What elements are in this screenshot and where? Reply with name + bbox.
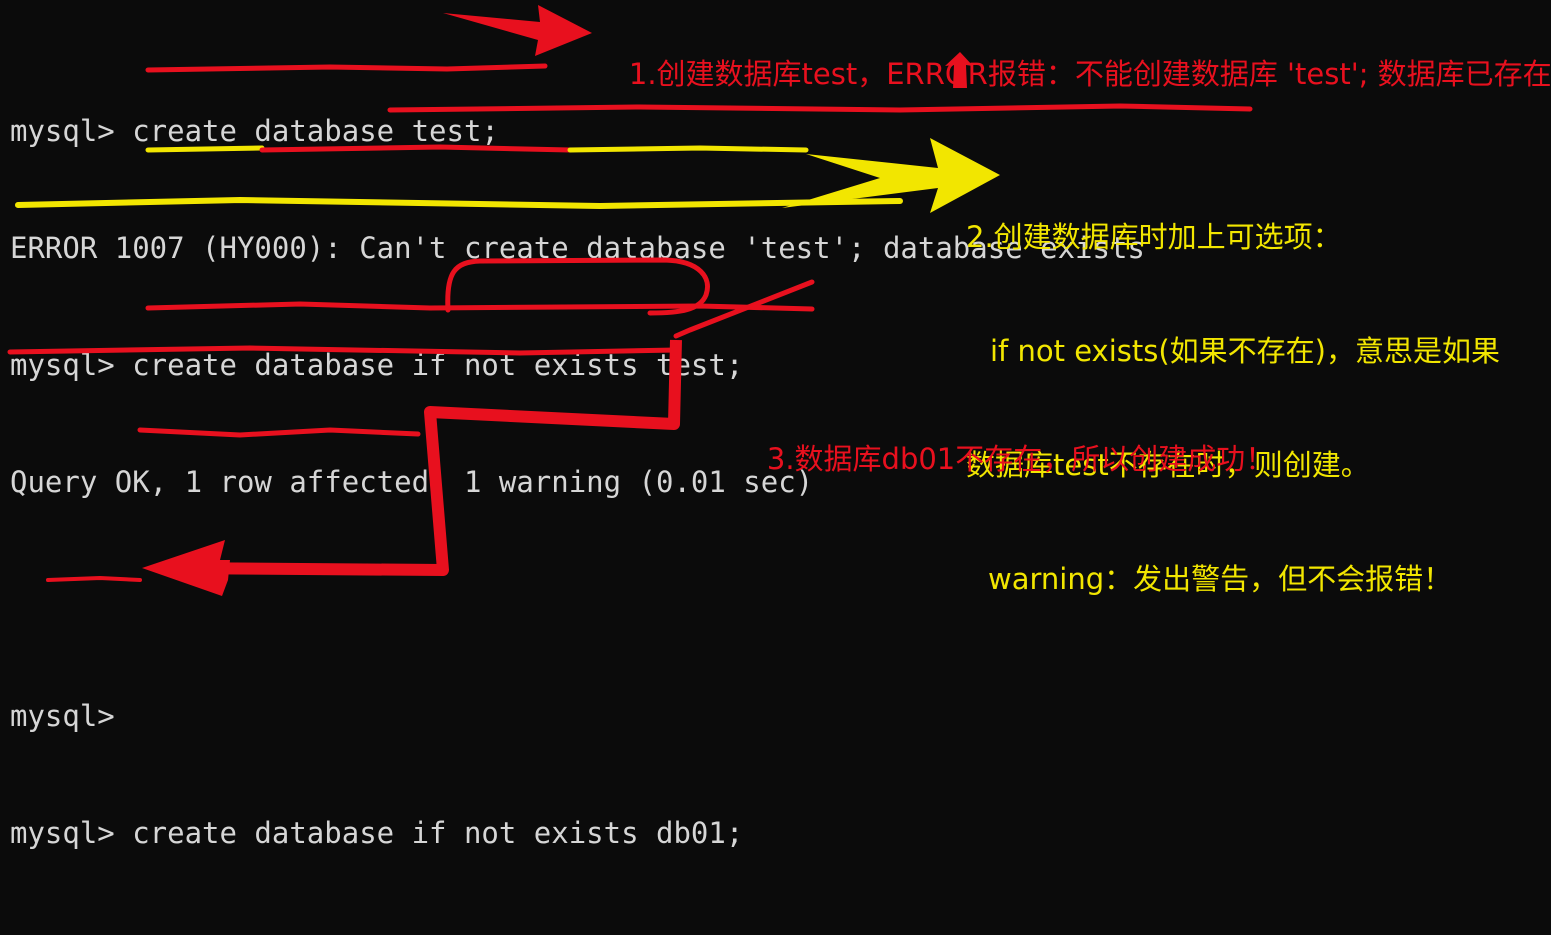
terminal-line: Query OK, 1 row affected (0.01 sec) xyxy=(10,931,1145,935)
annotation-note-3-text: 3.数据库db01不存在，所以创建成功！ xyxy=(766,442,1275,476)
terminal-line: mysql> xyxy=(10,699,115,733)
annotation-note-2-line-1: 2.创建数据库时加上可选项： xyxy=(966,220,1342,254)
annotation-note-3: 3.数据库db01不存在，所以创建成功！ xyxy=(730,405,1274,513)
annotation-note-1-text: 1.创建数据库test，ERROR报错：不能创建数据库 'test'; 数据库已… xyxy=(628,57,1551,91)
annotation-note-2-line-2: if not exists(如果不存在)，意思是如果 xyxy=(990,334,1500,368)
annotation-note-2-line-4: warning：发出警告，但不会报错！ xyxy=(988,562,1453,596)
terminal-line: mysql> create database if not exists db0… xyxy=(10,816,744,850)
annotation-note-1: 1.创建数据库test，ERROR报错：不能创建数据库 'test'; 数据库已… xyxy=(592,20,1551,128)
screenshot-root: mysql> create database test; ERROR 1007 … xyxy=(0,0,1551,935)
